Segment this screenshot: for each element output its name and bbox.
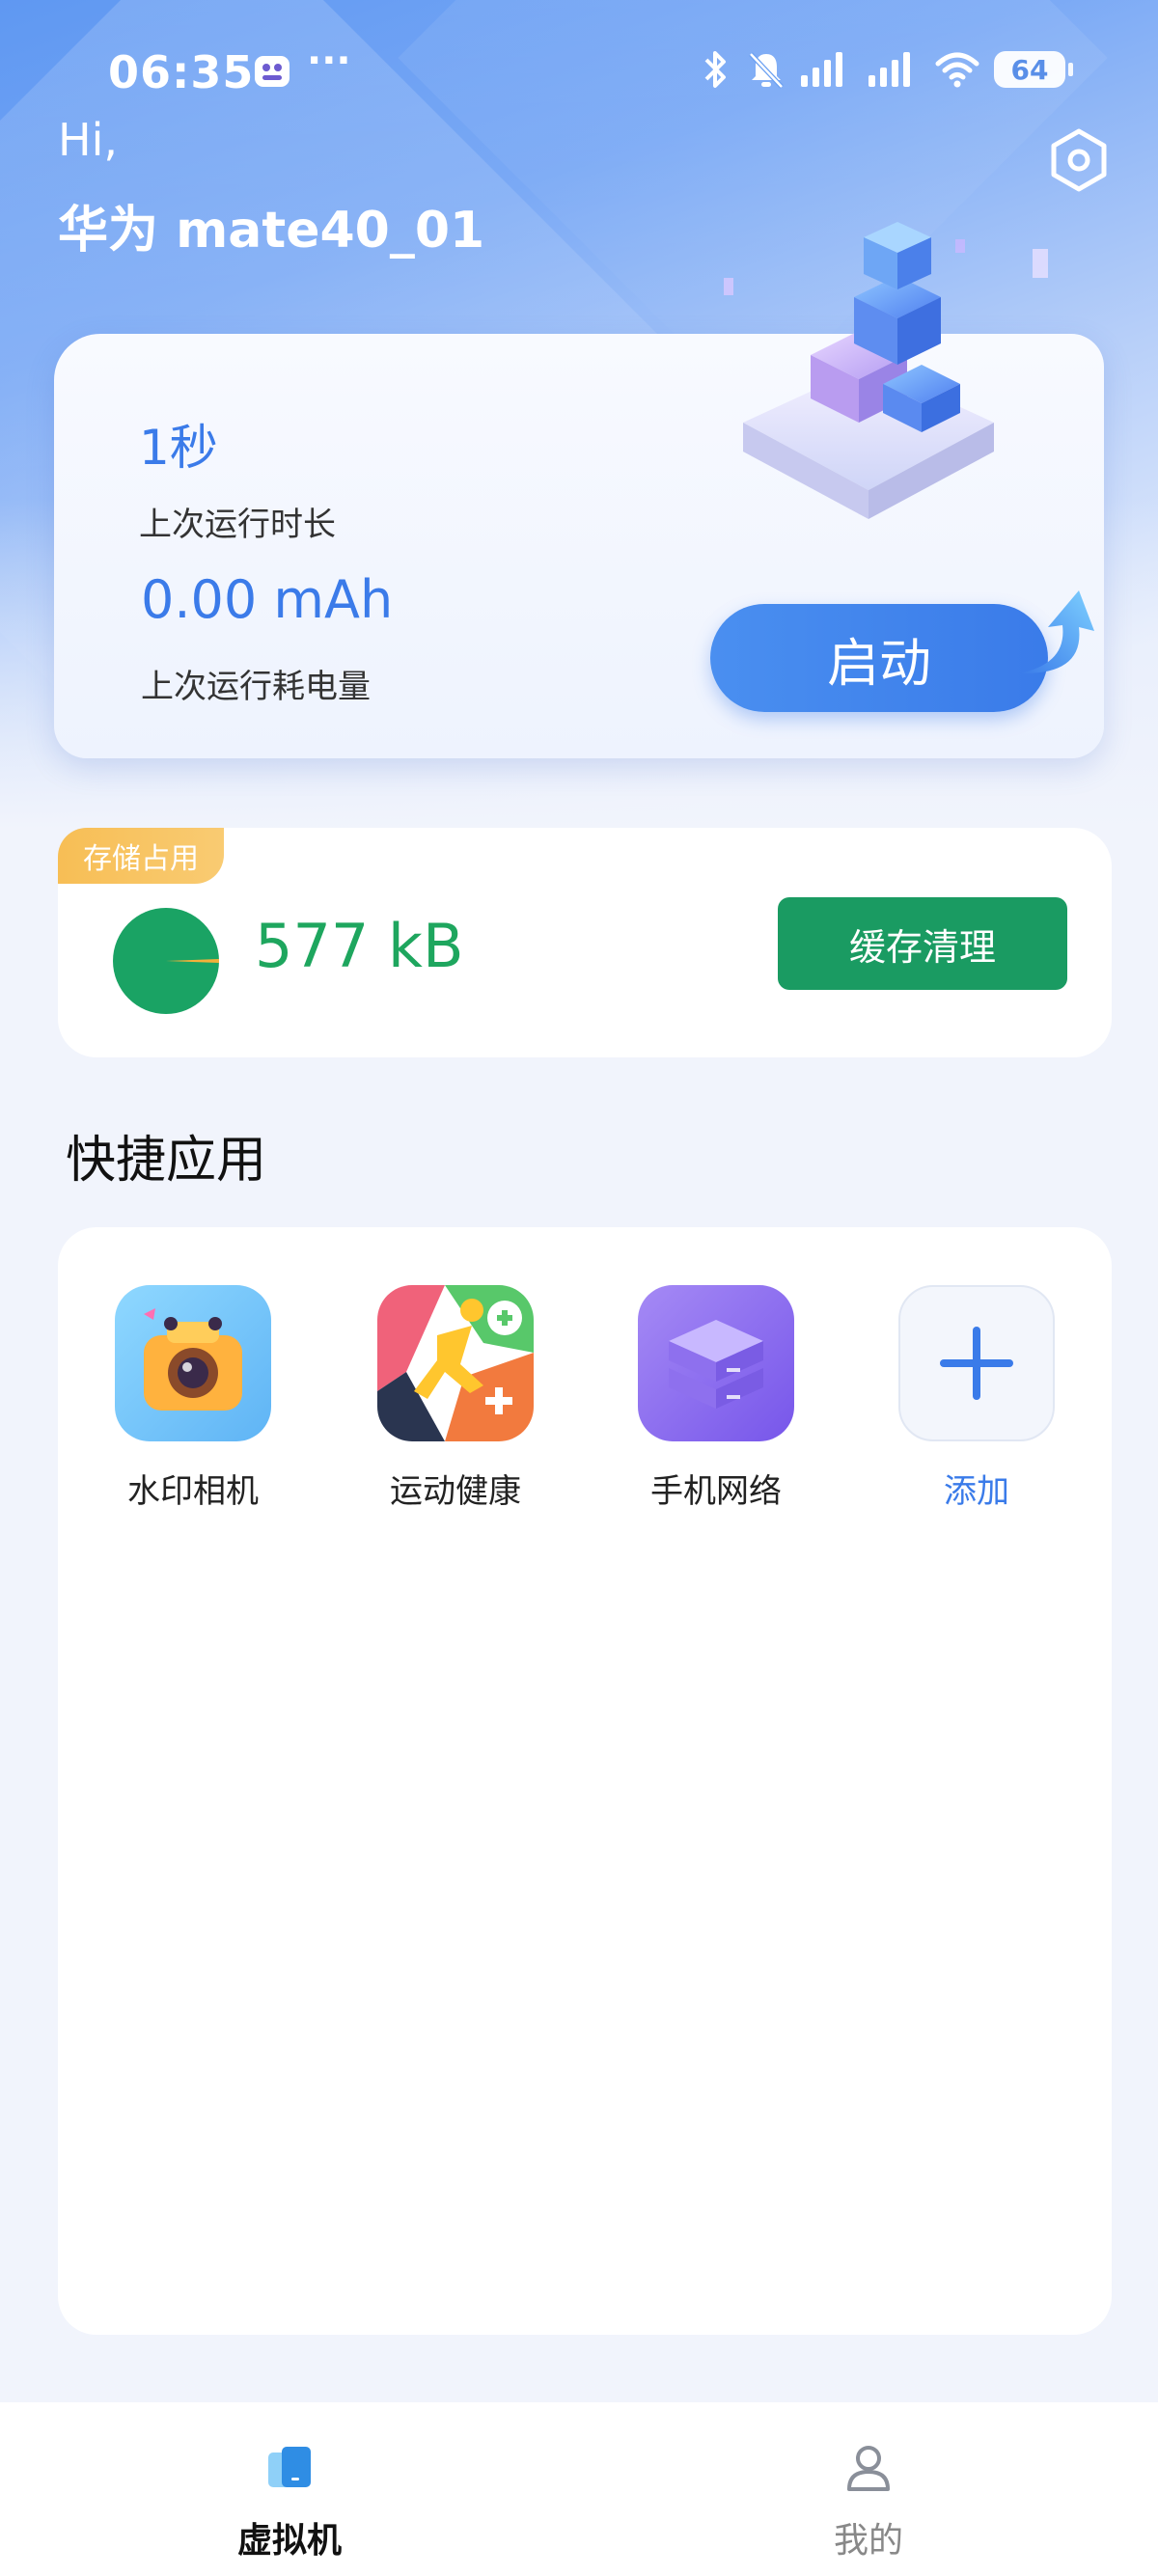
signal-strength-2-icon: [868, 52, 910, 87]
status-icons: 64: [699, 48, 1073, 91]
device-name: 华为 mate40_01: [58, 202, 485, 260]
camera-icon: [144, 1308, 242, 1411]
app-label: 运动健康: [390, 1472, 521, 1511]
nav-label-virtual-machine: 虚拟机: [236, 2521, 342, 2561]
sport-health-app-icon[interactable]: [377, 1285, 534, 1441]
nav-tab-me[interactable]: 我的: [724, 2441, 1013, 2562]
storage-pie-chart: [113, 908, 219, 1014]
last-runtime-value: 1秒: [139, 420, 218, 476]
last-power-value: 0.00 mAh: [141, 569, 394, 630]
bluetooth-icon: [704, 51, 726, 88]
running-person-icon: [377, 1285, 534, 1441]
add-app-button[interactable]: 添加: [870, 1285, 1083, 1512]
quick-apps-title: 快捷应用: [66, 1132, 267, 1190]
add-app-label: 添加: [944, 1472, 1009, 1511]
notification-app-icon: [255, 56, 290, 87]
status-bar: 06:35 ··· 64: [0, 0, 1158, 145]
quick-apps-card: 水印相机 运动健康 手机网络 添加: [58, 1227, 1112, 2335]
mute-bell-icon: [749, 52, 784, 89]
app-mobile-network[interactable]: 手机网络: [610, 1285, 822, 1512]
last-runtime-label: 上次运行时长: [139, 506, 336, 544]
app-label: 手机网络: [650, 1472, 782, 1511]
clear-cache-button[interactable]: 缓存清理: [778, 897, 1067, 990]
app-watermark-camera[interactable]: 水印相机: [87, 1285, 299, 1512]
nav-label-me: 我的: [833, 2521, 903, 2561]
storage-card: 存储占用 577 kB 缓存清理: [58, 828, 1112, 1057]
mobile-network-app-icon[interactable]: [638, 1285, 794, 1441]
plus-icon: [940, 1327, 1013, 1400]
user-profile-icon: [847, 2446, 890, 2491]
virtual-machine-icon: [268, 2447, 311, 2487]
virtual-machine-cube-illustration: [724, 222, 1048, 519]
more-notifications-indicator: ···: [307, 39, 351, 83]
watermark-camera-app-icon[interactable]: [115, 1285, 271, 1441]
battery-indicator: 64: [994, 51, 1073, 88]
wifi-icon: [935, 52, 979, 88]
app-sport-health[interactable]: 运动健康: [349, 1285, 562, 1512]
add-app-tile[interactable]: [898, 1285, 1055, 1441]
server-stack-icon: [669, 1320, 763, 1409]
bottom-navigation: 虚拟机 我的: [0, 2402, 1158, 2576]
storage-usage-value: 577 kB: [255, 911, 464, 981]
greeting-text: Hi,: [58, 114, 118, 166]
last-power-label: 上次运行耗电量: [141, 668, 371, 706]
arrow-up-icon: [1019, 590, 1094, 674]
settings-hexagon-icon[interactable]: [1044, 125, 1114, 195]
status-time: 06:35: [108, 46, 255, 98]
app-label: 水印相机: [127, 1472, 259, 1511]
start-button[interactable]: 启动: [710, 604, 1048, 712]
signal-strength-1-icon: [801, 52, 842, 87]
storage-tag: 存储占用: [58, 828, 224, 884]
nav-tab-virtual-machine[interactable]: 虚拟机: [145, 2441, 434, 2562]
